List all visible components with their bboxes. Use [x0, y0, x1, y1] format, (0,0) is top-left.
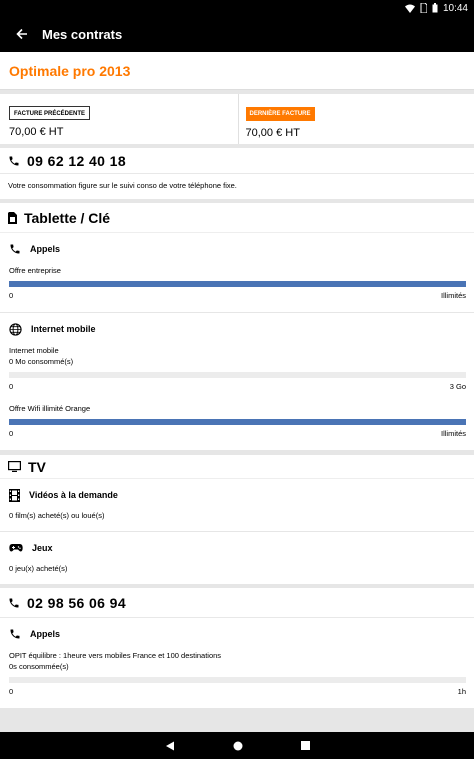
- status-time: 10:44: [442, 2, 468, 14]
- last-invoice[interactable]: DERNIÈRE FACTURE 70,00 € HT: [237, 94, 474, 144]
- tv-vod-name: Vidéos à la demande: [29, 490, 118, 500]
- tablet-calls-min: 0: [9, 291, 14, 300]
- tablet-calls-progress-fill: [9, 281, 466, 287]
- last-invoice-amount: 70,00 € HT: [245, 127, 300, 139]
- phone-icon: [10, 244, 20, 254]
- tablet-title: Tablette / Clé: [24, 209, 111, 226]
- tablet-calls-offer: Offre entreprise: [9, 266, 61, 275]
- film-icon: [9, 488, 20, 502]
- phone-icon: [9, 156, 19, 165]
- last-invoice-tag: DERNIÈRE FACTURE: [245, 107, 315, 121]
- phone-icon: [10, 629, 20, 639]
- mobile-line-number: 02 98 56 06 94: [27, 594, 127, 611]
- previous-invoice-tag: FACTURE PRÉCÉDENTE: [9, 106, 91, 120]
- plan-card: Optimale pro 2013: [0, 52, 474, 90]
- nav-home-icon[interactable]: [233, 741, 243, 751]
- gamepad-icon: [9, 544, 23, 552]
- tv-title: TV: [28, 458, 46, 475]
- mobile-calls-progress: [9, 677, 466, 683]
- globe-icon: [9, 322, 22, 336]
- tablet-header: Tablette / Clé: [0, 203, 474, 233]
- mobile-calls: Appels OPIT équilibre : 1heure vers mobi…: [0, 618, 474, 708]
- invoice-row: FACTURE PRÉCÉDENTE 70,00 € HT DERNIÈRE F…: [0, 94, 474, 144]
- wifi-min: 0: [9, 429, 14, 438]
- tablet-internet-label: Internet mobile: [9, 346, 59, 355]
- tv-header: TV: [0, 455, 474, 479]
- wifi-range: 0 Illimités: [9, 429, 466, 438]
- tv-vod: Vidéos à la demande 0 film(s) acheté(s) …: [0, 479, 474, 532]
- mobile-calls-max: 1h: [457, 687, 466, 696]
- fixed-line-header: 09 62 12 40 18: [0, 148, 474, 174]
- wifi-progress: [9, 419, 466, 425]
- tablet-calls-progress: [9, 281, 466, 287]
- tablet-internet-head: Internet mobile: [9, 313, 466, 345]
- page-title: Mes contrats: [42, 26, 123, 42]
- sim-card-icon: [8, 211, 17, 224]
- arrow-left-icon: [16, 28, 27, 40]
- mobile-line-header: 02 98 56 06 94: [0, 588, 474, 618]
- tablet-calls: Appels Offre entreprise 0 Illimités: [0, 233, 474, 313]
- contracts-content[interactable]: Optimale pro 2013 FACTURE PRÉCÉDENTE 70,…: [0, 52, 474, 732]
- phone-icon: [9, 598, 19, 607]
- nav-back-icon[interactable]: [165, 741, 175, 751]
- tablet-calls-range: 0 Illimités: [9, 291, 466, 300]
- fixed-line-number: 09 62 12 40 18: [27, 152, 127, 169]
- mobile-calls-min: 0: [9, 687, 14, 696]
- tv-games-head: Jeux: [9, 532, 466, 564]
- app-bar: Mes contrats: [0, 16, 474, 52]
- mobile-calls-range: 0 1h: [9, 687, 466, 696]
- previous-invoice-amount: 70,00 € HT: [9, 126, 64, 138]
- fixed-line-card: 09 62 12 40 18 Votre consommation figure…: [0, 148, 474, 199]
- navigation-bar: [0, 732, 474, 759]
- tablet-calls-name: Appels: [30, 244, 61, 254]
- previous-invoice[interactable]: FACTURE PRÉCÉDENTE 70,00 € HT: [0, 94, 238, 144]
- tv-games-name: Jeux: [32, 543, 53, 553]
- tablet-internet-range: 0 3 Go: [9, 382, 466, 391]
- back-button[interactable]: [2, 16, 42, 52]
- tablet-internet-consumed: 0 Mo consommé(s): [9, 357, 74, 366]
- tablet-card: Tablette / Clé Appels Offre entreprise 0…: [0, 203, 474, 451]
- tablet-calls-max: Illimités: [440, 291, 466, 300]
- tablet-internet-max: 3 Go: [449, 382, 466, 391]
- no-sim-icon: [420, 3, 427, 13]
- nav-recents-icon[interactable]: [300, 741, 310, 750]
- mobile-calls-consumed: 0s consommée(s): [9, 662, 69, 671]
- wifi-progress-fill: [9, 419, 466, 425]
- wifi-icon: [404, 4, 415, 13]
- tv-vod-head: Vidéos à la demande: [9, 479, 466, 511]
- battery-icon: [432, 3, 438, 13]
- status-bar: 10:44: [0, 0, 474, 16]
- tv-vod-count: 0 film(s) acheté(s) ou loué(s): [9, 511, 105, 520]
- tablet-internet-min: 0: [9, 382, 14, 391]
- mobile-calls-offer: OPIT équilibre : 1heure vers mobiles Fra…: [9, 651, 222, 660]
- wifi-offer-label: Offre Wifi illimité Orange: [9, 404, 91, 413]
- mobile-calls-name: Appels: [30, 629, 61, 639]
- fixed-line-note: Votre consommation figure sur le suivi c…: [8, 181, 237, 190]
- tv-games: Jeux 0 jeu(x) acheté(s): [0, 532, 474, 584]
- tv-games-count: 0 jeu(x) acheté(s): [9, 564, 68, 573]
- tv-icon: [8, 461, 21, 472]
- tablet-internet-progress: [9, 372, 466, 378]
- tv-card: TV Vidéos à la demande 0 film(s) acheté(…: [0, 455, 474, 584]
- tablet-internet-name: Internet mobile: [31, 324, 96, 334]
- mobile-calls-head: Appels: [9, 618, 466, 650]
- wifi-max: Illimités: [440, 429, 466, 438]
- tablet-calls-head: Appels: [9, 233, 466, 265]
- mobile-line-card: 02 98 56 06 94 Appels OPIT équilibre : 1…: [0, 588, 474, 708]
- tablet-internet: Internet mobile Internet mobile 0 Mo con…: [0, 313, 474, 451]
- plan-name: Optimale pro 2013: [9, 62, 131, 79]
